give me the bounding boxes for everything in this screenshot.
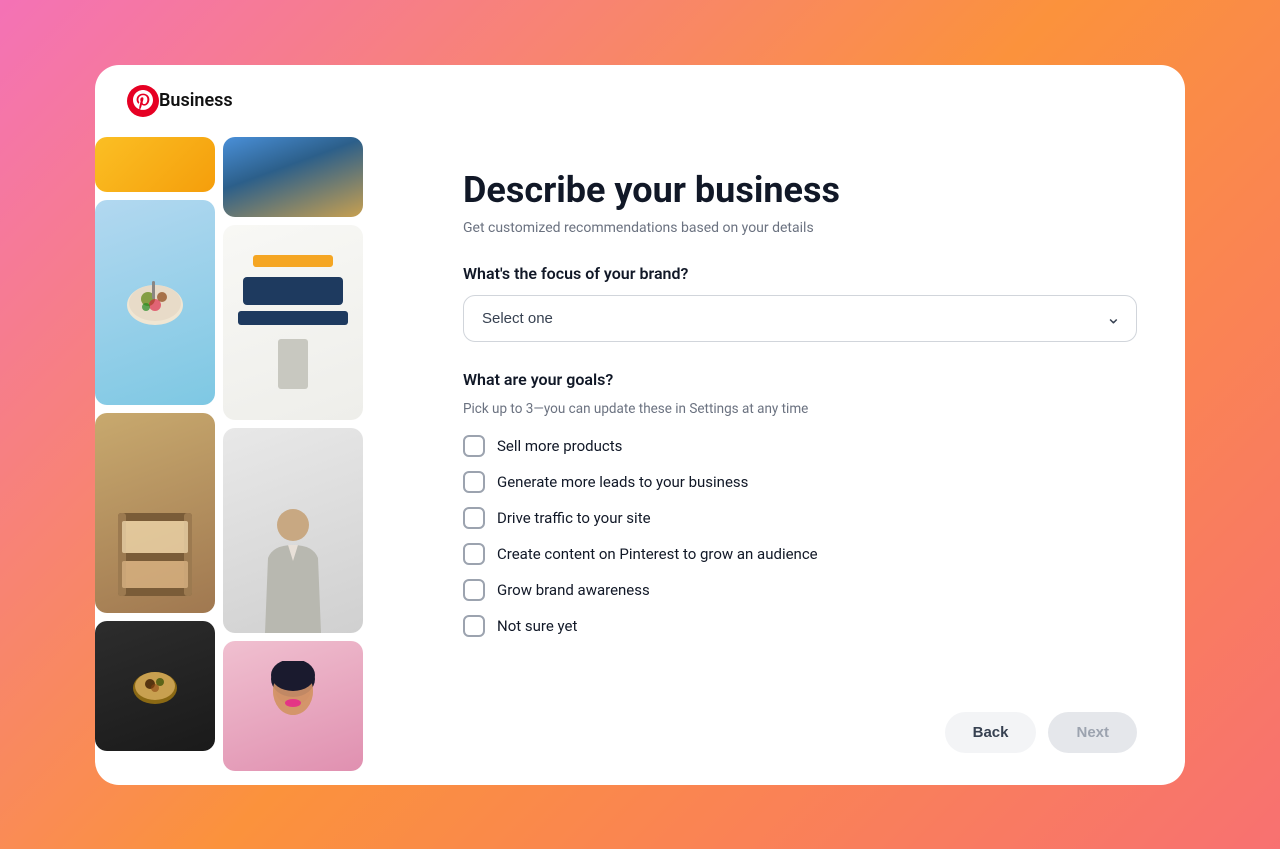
back-button[interactable]: Back <box>945 712 1037 753</box>
goals-label: What are your goals? <box>463 370 1137 389</box>
goal-item[interactable]: Generate more leads to your business <box>463 471 1137 493</box>
collage-right-column <box>223 137 363 785</box>
next-button[interactable]: Next <box>1048 712 1137 753</box>
collage-image-1 <box>95 137 215 192</box>
portrait-icon <box>258 661 328 751</box>
goals-description: Pick up to 3—you can update these in Set… <box>463 401 1137 417</box>
goal-checkbox-brand[interactable] <box>463 579 485 601</box>
goal-checkbox-traffic[interactable] <box>463 507 485 529</box>
collage-image-7 <box>95 621 215 751</box>
brand-name: Business <box>159 90 233 111</box>
bunkbed-icon <box>110 503 200 603</box>
goal-item[interactable]: Create content on Pinterest to grow an a… <box>463 543 1137 565</box>
image-collage <box>95 137 415 785</box>
goal-checkbox-sell[interactable] <box>463 435 485 457</box>
collage-image-5 <box>95 413 215 613</box>
person-icon <box>253 503 333 633</box>
goal-item[interactable]: Grow brand awareness <box>463 579 1137 601</box>
modal-header: Business <box>95 65 1185 137</box>
goal-item[interactable]: Drive traffic to your site <box>463 507 1137 529</box>
food-plate-icon <box>120 267 190 337</box>
brand-focus-select-wrap: Select oneArts & CraftsBeautyFashionFood… <box>463 295 1137 342</box>
brand-focus-select[interactable]: Select oneArts & CraftsBeautyFashionFood… <box>463 295 1137 342</box>
page-subtitle: Get customized recommendations based on … <box>463 220 1137 236</box>
page-title: Describe your business <box>463 169 1137 212</box>
goal-label-leads: Generate more leads to your business <box>497 473 748 491</box>
footer-buttons: Back Next <box>463 712 1137 753</box>
collage-image-8 <box>223 641 363 771</box>
goal-item[interactable]: Sell more products <box>463 435 1137 457</box>
goal-label-brand: Grow brand awareness <box>497 581 650 599</box>
collage-image-4 <box>223 225 363 420</box>
content-area: Describe your business Get customized re… <box>415 137 1185 785</box>
goal-checkbox-leads[interactable] <box>463 471 485 493</box>
collage-image-6 <box>223 428 363 633</box>
collage-image-2 <box>223 137 363 217</box>
goal-label-notsure: Not sure yet <box>497 617 577 635</box>
collage-image-3 <box>95 200 215 405</box>
pinterest-logo-icon <box>127 85 159 117</box>
goal-label-traffic: Drive traffic to your site <box>497 509 651 527</box>
goal-label-sell: Sell more products <box>497 437 622 455</box>
brand-focus-label: What's the focus of your brand? <box>463 264 1137 283</box>
goal-checkbox-content[interactable] <box>463 543 485 565</box>
goal-checkbox-notsure[interactable] <box>463 615 485 637</box>
goal-label-content: Create content on Pinterest to grow an a… <box>497 545 818 563</box>
collage-left-column <box>95 137 215 785</box>
modal-body: Describe your business Get customized re… <box>95 137 1185 785</box>
goals-list: Sell more products Generate more leads to… <box>463 435 1137 637</box>
goal-item[interactable]: Not sure yet <box>463 615 1137 637</box>
modal-container: Business <box>95 65 1185 785</box>
bowl-icon <box>125 656 185 716</box>
